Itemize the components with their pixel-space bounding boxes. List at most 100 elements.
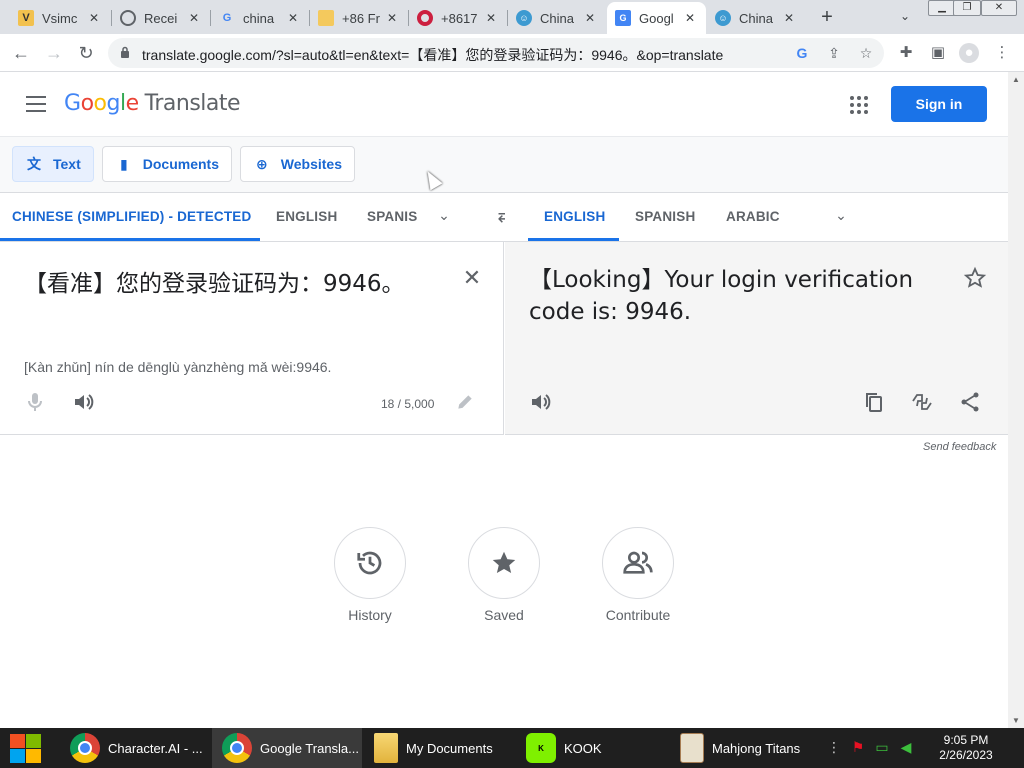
product-name: Translate bbox=[144, 91, 241, 116]
share-icon[interactable]: ⇪ bbox=[824, 43, 844, 63]
share-icon[interactable] bbox=[958, 390, 982, 414]
bookmark-star-icon[interactable]: ☆ bbox=[856, 43, 876, 63]
star-icon[interactable] bbox=[963, 266, 987, 290]
lang-tab-english[interactable]: ENGLISH bbox=[276, 209, 337, 224]
history-label: History bbox=[348, 607, 392, 623]
history-button[interactable] bbox=[334, 527, 406, 599]
extensions-puzzle-icon[interactable]: ✚ bbox=[896, 43, 916, 63]
close-icon[interactable]: ✕ bbox=[582, 11, 598, 25]
speaker-icon[interactable] bbox=[71, 390, 95, 414]
vsim-icon: V bbox=[18, 10, 34, 26]
character-count: 18 / 5,000 bbox=[381, 397, 435, 411]
maximize-button[interactable]: ❐ bbox=[953, 0, 981, 16]
tray-overflow-icon[interactable]: ⋮ bbox=[826, 738, 842, 756]
lang-tab-arabic[interactable]: ARABIC bbox=[726, 209, 780, 224]
chrome-icon bbox=[70, 733, 100, 763]
lang-tab-detected[interactable]: CHINESE (SIMPLIFIED) - DETECTED bbox=[12, 209, 251, 224]
mode-selector-bar: 文 Text ▮ Documents ⊕ Websites bbox=[0, 137, 1008, 193]
browser-tab[interactable]: ☺ China ✕ bbox=[508, 2, 606, 34]
start-button[interactable] bbox=[8, 732, 42, 764]
close-icon[interactable]: ✕ bbox=[682, 11, 698, 25]
browser-tab[interactable]: V Vsimc ✕ bbox=[10, 2, 110, 34]
system-clock[interactable]: 9:05 PM 2/26/2023 bbox=[928, 733, 1004, 763]
globe-icon bbox=[120, 10, 136, 26]
taskbar-item-google-translate[interactable]: Google Transla... bbox=[212, 728, 362, 768]
taskbar-item-mahjong-titans[interactable]: Mahjong Titans bbox=[670, 728, 820, 768]
browser-tab[interactable]: G china ✕ bbox=[211, 2, 309, 34]
hamburger-menu-icon[interactable] bbox=[26, 96, 46, 112]
chat-icon: ☺ bbox=[516, 10, 532, 26]
romanization-text: [Kàn zhǔn] nín de dēnglù yànzhèng mǎ wèi… bbox=[24, 359, 332, 375]
text-mode-button[interactable]: 文 Text bbox=[12, 146, 94, 182]
chevron-down-icon[interactable]: ⌄ bbox=[831, 207, 851, 227]
volume-icon[interactable]: ◀ bbox=[898, 738, 914, 756]
start-logo-tile bbox=[26, 734, 41, 748]
contribute-label: Contribute bbox=[605, 607, 671, 623]
copy-icon[interactable] bbox=[862, 390, 886, 414]
contribute-button[interactable] bbox=[602, 527, 674, 599]
scroll-up-arrow-icon[interactable]: ▲ bbox=[1012, 75, 1020, 84]
tab-title: Recei bbox=[144, 10, 178, 26]
google-lens-icon[interactable]: G bbox=[792, 43, 812, 63]
lang-tab-spanish[interactable]: SPANISH bbox=[635, 209, 695, 224]
start-logo-tile bbox=[26, 749, 41, 763]
google-translate-logo[interactable]: Google Translate bbox=[64, 91, 241, 116]
source-textarea[interactable]: 【看准】您的登录验证码为：9946。 bbox=[24, 264, 405, 298]
action-center-flag-icon[interactable]: ⚑ bbox=[850, 738, 866, 756]
rate-translation-icon[interactable] bbox=[910, 390, 934, 414]
browser-tab[interactable]: Recei ✕ bbox=[112, 2, 210, 34]
tab-search-chevron-icon[interactable]: ⌄ bbox=[895, 6, 915, 26]
taskbar-item-my-documents[interactable]: My Documents bbox=[364, 728, 514, 768]
network-icon[interactable]: ▭ bbox=[874, 738, 890, 756]
saved-button[interactable] bbox=[468, 527, 540, 599]
close-icon[interactable]: ✕ bbox=[186, 11, 202, 25]
browser-tab[interactable]: +86 Fr ✕ bbox=[310, 2, 408, 34]
taskbar-item-kook[interactable]: K KOOK bbox=[516, 728, 666, 768]
reload-icon[interactable]: ↻ bbox=[74, 41, 98, 65]
profile-avatar-icon[interactable]: ● bbox=[959, 43, 979, 63]
google-icon: G bbox=[222, 12, 232, 24]
text-mode-label: Text bbox=[53, 156, 81, 172]
chevron-down-icon[interactable]: ⌄ bbox=[434, 207, 454, 227]
speaker-icon[interactable] bbox=[528, 390, 552, 414]
clear-text-icon[interactable]: ✕ bbox=[460, 266, 484, 290]
close-window-button[interactable]: ✕ bbox=[981, 0, 1017, 16]
google-apps-icon[interactable] bbox=[850, 96, 868, 114]
browser-tab[interactable]: ☺ China ✕ bbox=[707, 2, 805, 34]
minimize-button[interactable]: ▁ bbox=[928, 0, 956, 16]
logo-letter: g bbox=[106, 91, 121, 116]
kebab-menu-icon[interactable]: ⋮ bbox=[992, 43, 1012, 63]
taskbar-item-character-ai[interactable]: Character.AI - ... bbox=[60, 728, 210, 768]
pencil-icon[interactable] bbox=[455, 392, 475, 412]
scroll-down-arrow-icon[interactable]: ▼ bbox=[1012, 716, 1020, 725]
chrome-icon bbox=[222, 733, 252, 763]
browser-tab-active[interactable]: G Googl ✕ bbox=[607, 2, 706, 34]
lang-tab-english[interactable]: ENGLISH bbox=[544, 209, 605, 224]
back-arrow-icon[interactable]: ← bbox=[9, 41, 33, 65]
websites-mode-button[interactable]: ⊕ Websites bbox=[240, 146, 355, 182]
start-logo-tile bbox=[10, 734, 25, 748]
people-icon bbox=[623, 551, 653, 574]
browser-tab[interactable]: +8617 ✕ bbox=[409, 2, 507, 34]
taskbar-item-label: My Documents bbox=[406, 740, 493, 756]
close-icon[interactable]: ✕ bbox=[285, 11, 301, 25]
address-bar[interactable]: translate.google.com/?sl=auto&tl=en&text… bbox=[108, 38, 884, 68]
new-tab-button[interactable]: + bbox=[815, 6, 839, 30]
page-scrollbar[interactable]: ▲ ▼ bbox=[1008, 72, 1024, 728]
tab-title: China bbox=[540, 10, 574, 26]
send-feedback-link[interactable]: Send feedback bbox=[923, 441, 996, 453]
side-panel-icon[interactable]: ▣ bbox=[928, 43, 948, 63]
sign-in-button[interactable]: Sign in bbox=[891, 86, 987, 122]
forward-arrow-icon[interactable]: → bbox=[42, 41, 66, 65]
close-icon[interactable]: ✕ bbox=[384, 11, 400, 25]
translate-text-icon: 文 bbox=[27, 156, 41, 172]
microphone-icon[interactable] bbox=[23, 390, 47, 414]
close-icon[interactable]: ✕ bbox=[86, 11, 102, 25]
close-icon[interactable]: ✕ bbox=[781, 11, 797, 25]
close-icon[interactable]: ✕ bbox=[483, 11, 499, 25]
lang-tab-spanish[interactable]: SPANIS bbox=[367, 209, 417, 224]
tab-title: china bbox=[243, 10, 275, 26]
folder-icon bbox=[374, 733, 398, 763]
documents-mode-button[interactable]: ▮ Documents bbox=[102, 146, 232, 182]
kook-icon: K bbox=[526, 733, 556, 763]
